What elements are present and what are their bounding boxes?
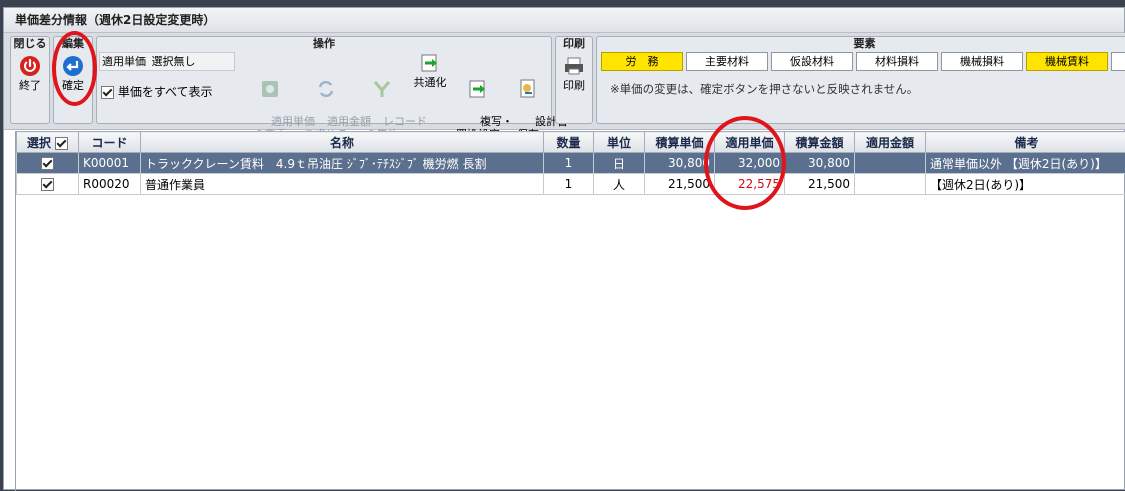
- show-all-check-icon: [101, 86, 114, 99]
- edit-group-title: 編集: [54, 37, 92, 51]
- elements-group: 要素 労 務 主要材料 仮設材料 材料損料 機械損料 機械賃料 ※単価の変更は、…: [596, 36, 1125, 124]
- confirm-button[interactable]: 確定: [57, 55, 89, 92]
- ribbon: 閉じる 終了 編集 確定: [4, 33, 1125, 130]
- element-button-labor[interactable]: 労 務: [601, 52, 683, 71]
- qty-cell: 1: [544, 153, 594, 174]
- qty-cell: 1: [544, 174, 594, 195]
- applied-price-select[interactable]: 適用単価 選択無し: [99, 52, 235, 71]
- header-applied-amount[interactable]: 適用金額: [855, 132, 926, 153]
- confirm-note: ※単価の変更は、確定ボタンを押さないと反映されません。: [610, 81, 918, 97]
- row-select-checkbox[interactable]: [41, 178, 54, 191]
- document-save-icon: [517, 78, 539, 100]
- print-label: 印刷: [563, 79, 585, 92]
- price-change-icon: [259, 78, 281, 100]
- applied-amount-cell: [855, 153, 926, 174]
- est-amount-cell: 30,800: [785, 153, 855, 174]
- code-cell: K00001: [79, 153, 141, 174]
- header-unit[interactable]: 単位: [594, 132, 645, 153]
- show-all-prices-checkbox[interactable]: 単価をすべて表示: [101, 83, 213, 100]
- est-price-cell: 21,500: [645, 174, 715, 195]
- copy-replace-icon: [467, 78, 489, 100]
- show-all-label: 単価をすべて表示: [118, 85, 213, 99]
- price-diff-grid: 選択 コード 名称 数量 単位 積算単価 適用単価 積算金額 適用金額 備考 K…: [15, 131, 1125, 491]
- window-title: 単価差分情報（週休2日設定変更時）: [4, 8, 1124, 33]
- applied-price-value: 選択無し: [152, 55, 196, 68]
- applied-price-cell[interactable]: 22,575: [715, 174, 785, 195]
- element-button-machine-rental[interactable]: 機械賃料: [1026, 52, 1108, 71]
- elements-group-title: 要素: [597, 37, 1125, 51]
- share-label: 共通化: [414, 76, 447, 89]
- printer-icon: [563, 55, 585, 77]
- enter-icon: [62, 55, 84, 77]
- unit-cell: 人: [594, 174, 645, 195]
- header-qty[interactable]: 数量: [544, 132, 594, 153]
- refresh-icon: [315, 78, 337, 100]
- code-cell: R00020: [79, 174, 141, 195]
- element-button-more[interactable]: [1111, 52, 1125, 71]
- print-group-title: 印刷: [556, 37, 592, 51]
- header-est-price[interactable]: 積算単価: [645, 132, 715, 153]
- header-select[interactable]: 選択: [17, 132, 79, 153]
- remarks-cell: 通常単価以外 【週休2日(あり)】: [926, 153, 1125, 174]
- element-button-material-loss[interactable]: 材料損料: [856, 52, 938, 71]
- table-row[interactable]: K00001 トラッククレーン賃料 4.9ｔ吊油圧 ｼﾞﾌﾞ･ﾃﾁｽｼﾞﾌﾞ 機…: [17, 153, 1125, 174]
- header-name[interactable]: 名称: [141, 132, 544, 153]
- confirm-label: 確定: [62, 79, 84, 92]
- row-select-cell[interactable]: [17, 153, 79, 174]
- print-group: 印刷 印刷: [555, 36, 593, 124]
- power-icon: [19, 55, 41, 77]
- price-table: 選択 コード 名称 数量 単位 積算単価 適用単価 積算金額 適用金額 備考 K…: [16, 131, 1125, 195]
- exit-label: 終了: [19, 79, 41, 92]
- close-group: 閉じる 終了: [10, 36, 50, 124]
- merge-icon: [371, 78, 393, 100]
- header-est-amount[interactable]: 積算金額: [785, 132, 855, 153]
- remarks-cell: 【週休2日(あり)】: [926, 174, 1125, 195]
- header-select-label: 選択: [27, 136, 51, 150]
- row-select-checkbox[interactable]: [41, 157, 54, 170]
- table-row[interactable]: R00020 普通作業員 1 人 21,500 22,575 21,500 【週…: [17, 174, 1125, 195]
- operations-group: 操作 適用単価 選択無し 単価をすべて表示 適用単価 の変更 適用金額 を求める…: [96, 36, 552, 124]
- est-price-cell: 30,800: [645, 153, 715, 174]
- exit-button[interactable]: 終了: [14, 55, 46, 92]
- select-all-checkbox[interactable]: [55, 137, 68, 150]
- window: 単価差分情報（週休2日設定変更時） 閉じる 終了 編集: [3, 7, 1125, 490]
- element-button-temp-materials[interactable]: 仮設材料: [771, 52, 853, 71]
- table-header-row: 選択 コード 名称 数量 単位 積算単価 適用単価 積算金額 適用金額 備考: [17, 132, 1125, 153]
- close-group-title: 閉じる: [11, 37, 49, 51]
- share-button[interactable]: 共通化: [410, 52, 450, 89]
- edit-group: 編集 確定: [53, 36, 93, 124]
- header-code[interactable]: コード: [79, 132, 141, 153]
- share-icon: [419, 52, 441, 74]
- operations-group-title: 操作: [97, 37, 551, 51]
- applied-price-label: 適用単価: [102, 55, 146, 68]
- print-button[interactable]: 印刷: [558, 55, 590, 92]
- applied-price-cell[interactable]: 32,000: [715, 153, 785, 174]
- est-amount-cell: 21,500: [785, 174, 855, 195]
- name-cell: 普通作業員: [141, 174, 544, 195]
- header-remarks[interactable]: 備考: [926, 132, 1125, 153]
- unit-cell: 日: [594, 153, 645, 174]
- applied-amount-cell: [855, 174, 926, 195]
- header-applied-price[interactable]: 適用単価: [715, 132, 785, 153]
- row-select-cell[interactable]: [17, 174, 79, 195]
- name-cell: トラッククレーン賃料 4.9ｔ吊油圧 ｼﾞﾌﾞ･ﾃﾁｽｼﾞﾌﾞ 機労燃 長割: [141, 153, 544, 174]
- element-button-main-materials[interactable]: 主要材料: [686, 52, 768, 71]
- element-button-machine-loss[interactable]: 機械損料: [941, 52, 1023, 71]
